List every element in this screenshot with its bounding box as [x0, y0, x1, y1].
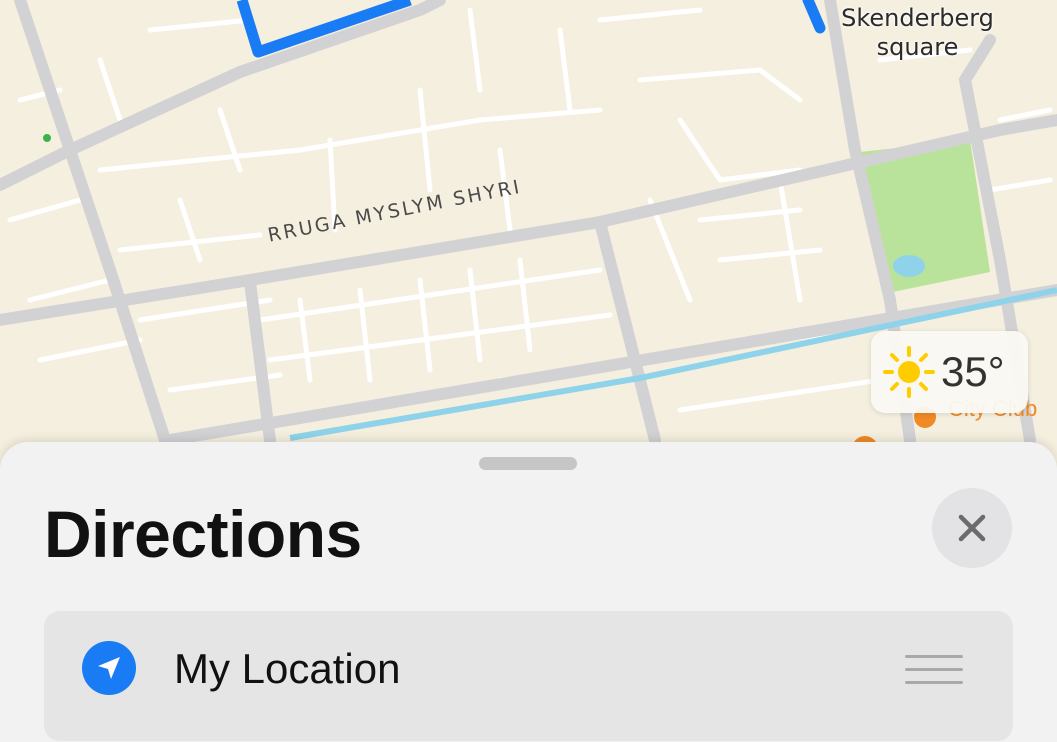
green-poi-dot — [43, 134, 51, 142]
sun-icon — [883, 346, 935, 398]
drag-handle-icon[interactable] — [905, 655, 963, 685]
pond — [893, 255, 925, 277]
place-label[interactable]: Skenderberg square — [820, 4, 1015, 62]
from-location-row[interactable]: My Location — [44, 611, 1013, 741]
place-label-line1: Skenderberg — [841, 4, 994, 32]
sheet-grabber[interactable] — [479, 457, 577, 470]
from-location-label: My Location — [174, 645, 401, 692]
directions-sheet[interactable]: Directions My Location — [0, 442, 1057, 742]
close-button[interactable] — [932, 488, 1012, 568]
sheet-title: Directions — [44, 497, 362, 571]
weather-widget[interactable]: 35° — [871, 331, 1028, 413]
location-arrow-icon — [82, 641, 136, 695]
route-line-end — [802, 0, 826, 34]
weather-temperature: 35° — [941, 348, 1005, 395]
place-label-line2: square — [876, 33, 959, 61]
close-icon — [958, 514, 986, 542]
